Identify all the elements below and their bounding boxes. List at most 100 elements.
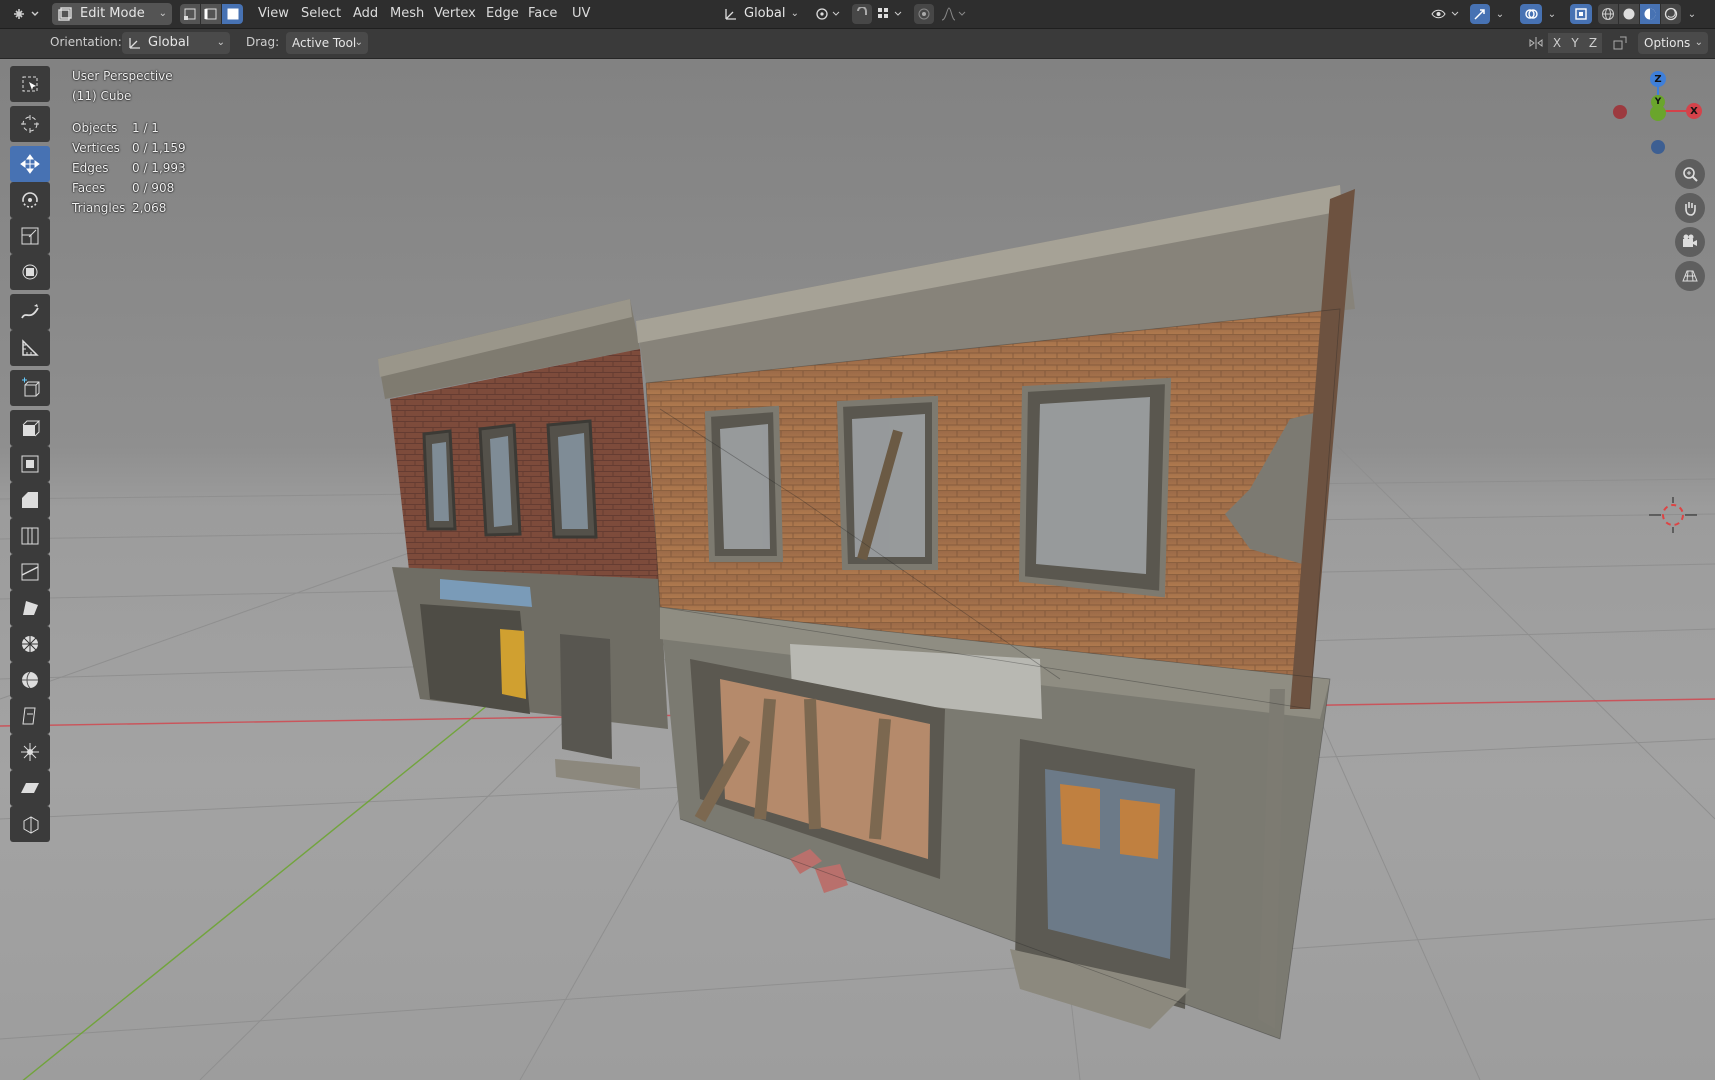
snap-toggle-button[interactable] [852, 4, 872, 24]
chevron-down-icon: ⌄ [1547, 8, 1557, 20]
mode-dropdown[interactable]: Edit Mode ⌄ [52, 3, 172, 25]
chevron-down-icon: ⌄ [1687, 8, 1697, 20]
edge-select-icon [204, 8, 217, 20]
rendered-sphere-icon [1664, 7, 1678, 21]
stat-row: Objects 1 / 1 [72, 118, 186, 138]
poly-build-tool[interactable] [10, 590, 50, 626]
inset-tool[interactable] [10, 446, 50, 482]
shading-material-button[interactable] [1640, 4, 1660, 24]
menu-vertex[interactable]: Vertex [434, 4, 476, 24]
hand-icon [1685, 202, 1696, 216]
bevel-icon [22, 492, 38, 508]
measure-tool[interactable] [10, 330, 50, 366]
solid-sphere-icon [1623, 8, 1635, 20]
knife-icon [21, 563, 39, 581]
face-select-button[interactable] [222, 4, 243, 24]
left-building [378, 299, 668, 789]
loop-cut-tool[interactable] [10, 518, 50, 554]
overlays-toggle-button[interactable] [1520, 4, 1542, 24]
proportional-edit-button[interactable] [914, 4, 934, 24]
navigation-gizmo[interactable]: Z Y X [1610, 63, 1706, 163]
falloff-button[interactable] [938, 4, 972, 24]
mirror-z-button[interactable]: Z [1584, 33, 1602, 53]
orientation-label: Orientation: [50, 35, 122, 49]
add-cube-icon [22, 377, 40, 397]
scale-tool[interactable] [10, 218, 50, 254]
extrude-tool[interactable] [10, 410, 50, 446]
edge-select-button[interactable] [201, 4, 221, 24]
xray-icon [1575, 8, 1587, 20]
smooth-tool[interactable] [10, 662, 50, 698]
viewport-scene [0, 185, 1715, 1080]
cursor-tool[interactable] [10, 106, 50, 142]
editor-header: Edit Mode ⌄ View Select Add Mesh Vertex Edge F… [0, 0, 1715, 29]
xray-toggle-button[interactable] [1570, 4, 1592, 24]
camera-view-button[interactable] [1675, 227, 1705, 257]
spin-icon [22, 636, 38, 652]
gizmo-z-axis[interactable]: Z [1650, 71, 1666, 87]
gizmo-x-axis[interactable]: X [1686, 103, 1702, 119]
orientation-icon [129, 38, 140, 49]
pivot-point-button[interactable] [812, 4, 846, 24]
spin-tool[interactable] [10, 626, 50, 662]
drag-value: Active Tool [292, 36, 357, 50]
overlays-icon [1525, 9, 1538, 19]
auto-merge-button[interactable] [1610, 33, 1630, 53]
edge-slide-tool[interactable] [10, 698, 50, 734]
stat-row: Edges 0 / 1,993 [72, 158, 186, 178]
pan-button[interactable] [1675, 193, 1705, 223]
ortho-toggle-button[interactable] [1675, 261, 1705, 291]
orientation-dropdown[interactable]: Global ⌄ [122, 32, 230, 54]
vertex-select-button[interactable] [180, 4, 200, 24]
camera-icon [1683, 234, 1697, 247]
overlays-dropdown[interactable]: ⌄ [1544, 4, 1560, 24]
3d-viewport[interactable]: User Perspective (11) Cube Objects 1 / 1 V… [0, 59, 1715, 1080]
extrude-icon [22, 420, 41, 437]
editor-type-button[interactable] [8, 3, 44, 25]
options-dropdown[interactable]: Options ⌄ [1638, 32, 1708, 54]
shading-solid-button[interactable] [1619, 4, 1639, 24]
gizmo-neg-z-axis[interactable] [1651, 140, 1665, 154]
gizmo-icon [1474, 9, 1485, 20]
knife-tool[interactable] [10, 554, 50, 590]
orientation-icon [725, 9, 736, 20]
mirror-y-button[interactable]: Y [1566, 33, 1584, 53]
transform-orientation-dropdown[interactable]: Global ⌄ [718, 3, 804, 25]
mirror-x-button[interactable]: X [1548, 33, 1566, 53]
rotate-tool[interactable] [10, 182, 50, 218]
stat-label: Triangles [72, 201, 126, 215]
smooth-icon [22, 671, 38, 689]
shading-rendered-button[interactable] [1661, 4, 1681, 24]
add-cube-tool[interactable] [10, 370, 50, 406]
menu-mesh[interactable]: Mesh [390, 4, 424, 24]
visibility-button[interactable] [1428, 4, 1464, 24]
zoom-button[interactable] [1675, 159, 1705, 189]
vertex-select-icon [184, 8, 196, 20]
menu-uv[interactable]: UV [572, 4, 590, 24]
menu-add[interactable]: Add [353, 4, 378, 24]
select-box-icon [22, 76, 38, 92]
menu-view[interactable]: View [258, 4, 289, 24]
move-icon [20, 154, 40, 174]
rip-tool[interactable] [10, 806, 50, 842]
menu-face[interactable]: Face [528, 4, 557, 24]
transform-tool[interactable] [10, 254, 50, 290]
wireframe-sphere-icon [1602, 8, 1614, 20]
move-tool[interactable] [10, 146, 50, 182]
snap-target-button[interactable] [874, 4, 908, 24]
bevel-tool[interactable] [10, 482, 50, 518]
shrink-fatten-tool[interactable] [10, 734, 50, 770]
eye-icon [1431, 9, 1459, 19]
gizmo-toggle-button[interactable] [1470, 4, 1490, 24]
shear-tool[interactable] [10, 770, 50, 806]
gizmo-neg-x-axis[interactable] [1613, 105, 1627, 119]
select-box-tool[interactable] [10, 66, 50, 102]
menu-select[interactable]: Select [301, 4, 341, 24]
shading-dropdown[interactable]: ⌄ [1684, 4, 1700, 24]
mirror-icon-button[interactable] [1526, 33, 1546, 53]
drag-dropdown[interactable]: Active Tool ⌄ [286, 32, 368, 54]
menu-edge[interactable]: Edge [486, 4, 519, 24]
shading-wireframe-button[interactable] [1598, 4, 1618, 24]
annotate-tool[interactable] [10, 294, 50, 330]
gizmo-dropdown[interactable]: ⌄ [1492, 4, 1508, 24]
